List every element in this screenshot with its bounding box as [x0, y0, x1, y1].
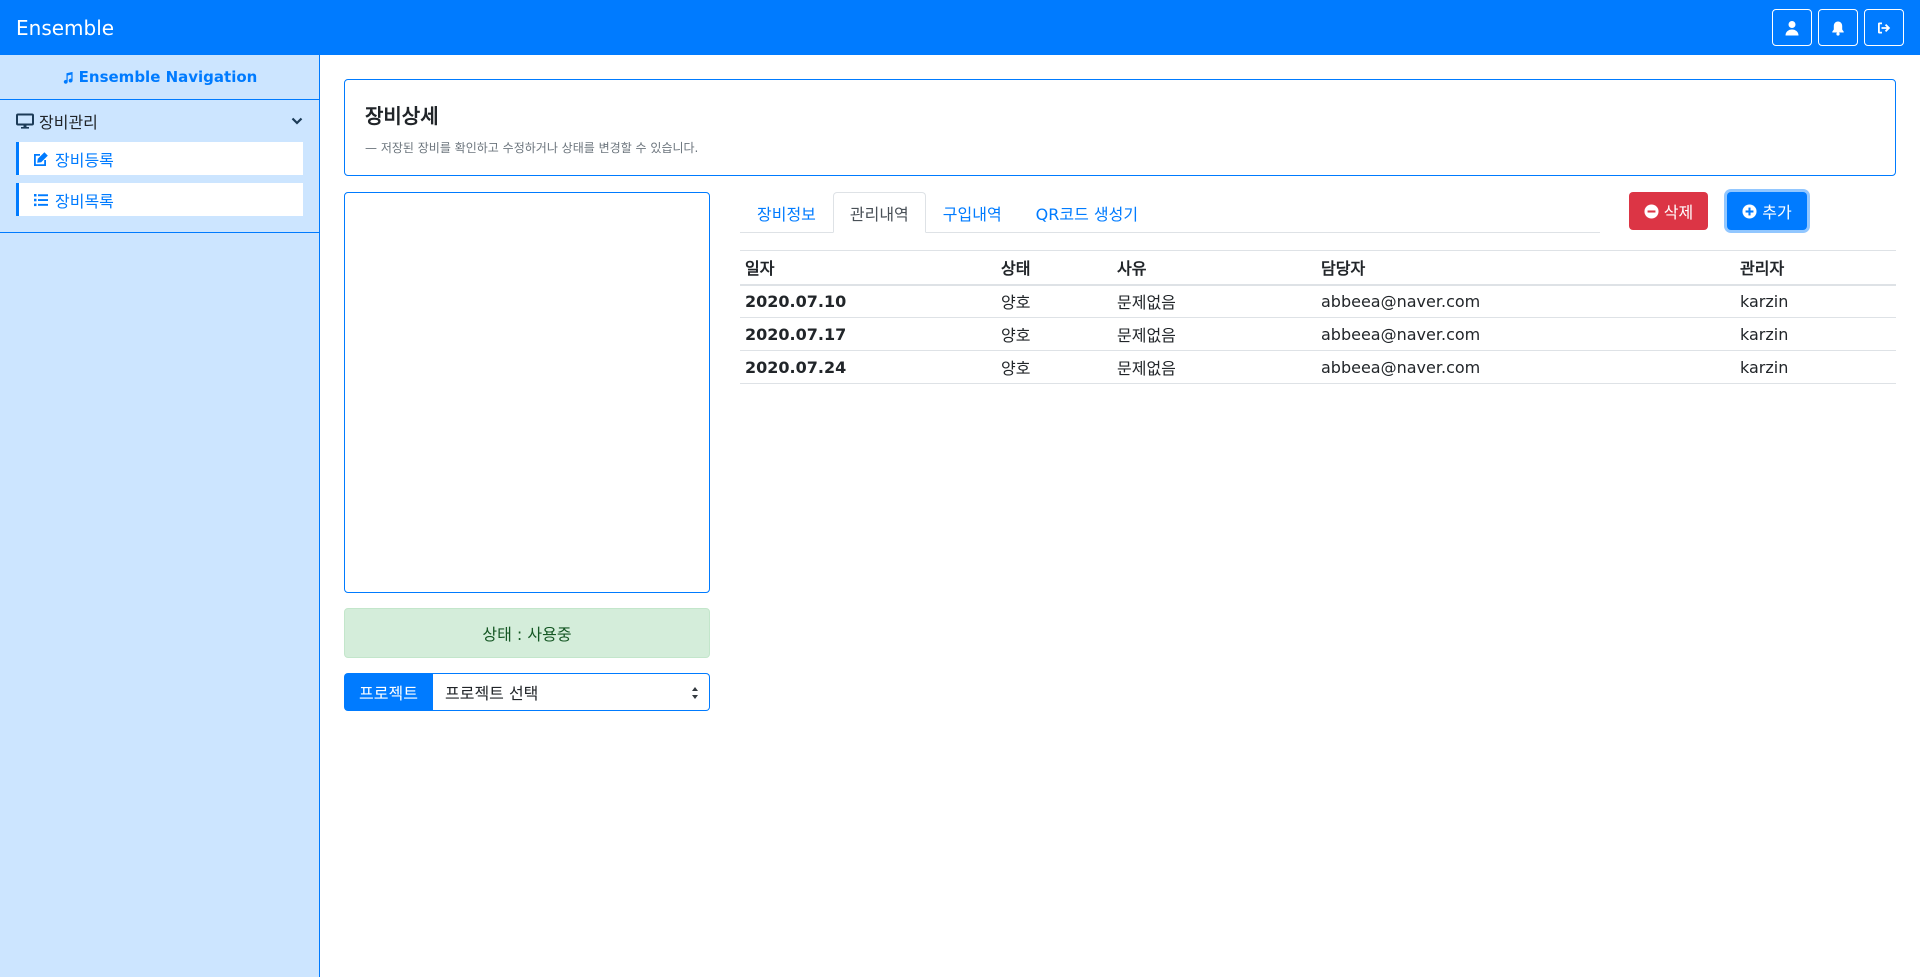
sidebar-header: Ensemble Navigation — [0, 55, 319, 100]
sidebar-group-toggle[interactable]: 장비관리 — [0, 100, 319, 142]
list-icon — [34, 193, 48, 206]
table-row[interactable]: 2020.07.10 양호 문제없음 abbeea@naver.com karz… — [740, 284, 1896, 318]
column-header-manager: 관리자 — [1735, 250, 1896, 286]
sidebar-item-label: 장비등록 — [55, 150, 114, 170]
cell-reason: 문제없음 — [1112, 350, 1316, 384]
desktop-icon — [16, 113, 34, 129]
cell-date: 2020.07.24 — [740, 350, 996, 384]
tab-qr-generator[interactable]: QR코드 생성기 — [1019, 192, 1155, 233]
table-header-row: 일자 상태 사유 담당자 관리자 — [740, 250, 1896, 286]
tab-purchase-history[interactable]: 구입내역 — [926, 192, 1019, 233]
management-history-table: 일자 상태 사유 담당자 관리자 2020.07.10 양호 문제없음 abbe… — [740, 250, 1896, 384]
sidebar-header-label: Ensemble Navigation — [78, 68, 258, 86]
project-select[interactable]: 프로젝트 선택 — [433, 673, 710, 711]
edit-icon — [34, 151, 48, 166]
plus-circle-icon — [1742, 203, 1757, 219]
cell-status: 양호 — [996, 350, 1112, 384]
chevron-down-icon — [291, 117, 303, 125]
user-icon — [1785, 20, 1799, 35]
sign-out-icon — [1878, 22, 1891, 33]
sidebar-item-register[interactable]: 장비등록 — [16, 142, 303, 175]
page-header-card: 장비상세 — 저장된 장비를 확인하고 수정하거나 상태를 변경할 수 있습니다… — [344, 79, 1896, 176]
delete-button[interactable]: 삭제 — [1629, 192, 1708, 230]
equipment-image-box — [344, 192, 710, 593]
column-header-reason: 사유 — [1112, 250, 1316, 286]
cell-reason: 문제없음 — [1112, 317, 1316, 351]
brand-title[interactable]: Ensemble — [16, 16, 114, 40]
cell-status: 양호 — [996, 284, 1112, 318]
cell-assignee: abbeea@naver.com — [1316, 317, 1735, 351]
column-header-assignee: 담당자 — [1316, 250, 1735, 286]
notifications-button[interactable] — [1818, 9, 1858, 46]
top-navbar: Ensemble — [0, 0, 1920, 55]
sidebar-item-list[interactable]: 장비목록 — [16, 183, 303, 216]
project-select-value: 프로젝트 선택 — [445, 684, 539, 703]
cell-manager: karzin — [1735, 317, 1896, 351]
select-arrows-icon — [692, 687, 698, 699]
tab-equipment-info[interactable]: 장비정보 — [740, 192, 833, 233]
cell-status: 양호 — [996, 317, 1112, 351]
project-input-group: 프로젝트 프로젝트 선택 — [344, 673, 710, 711]
cell-reason: 문제없음 — [1112, 284, 1316, 318]
minus-circle-icon — [1644, 203, 1659, 219]
cell-date: 2020.07.10 — [740, 284, 996, 318]
column-header-status: 상태 — [996, 250, 1112, 286]
page-title: 장비상세 — [365, 104, 439, 128]
add-button[interactable]: 추가 — [1727, 192, 1807, 230]
table-row[interactable]: 2020.07.17 양호 문제없음 abbeea@naver.com karz… — [740, 317, 1896, 351]
profile-button[interactable] — [1772, 9, 1812, 46]
delete-button-label: 삭제 — [1663, 203, 1694, 222]
status-alert: 상태 : 사용중 — [344, 608, 710, 658]
sidebar-item-label: 장비목록 — [55, 191, 114, 211]
add-button-label: 추가 — [1762, 203, 1792, 222]
sidebar-group-label: 장비관리 — [39, 113, 98, 132]
navbar-buttons — [1772, 9, 1904, 46]
bell-icon — [1832, 21, 1844, 36]
page-description: — 저장된 장비를 확인하고 수정하거나 상태를 변경할 수 있습니다. — [365, 141, 699, 155]
cell-assignee: abbeea@naver.com — [1316, 284, 1735, 318]
sidebar-group-equipment: 장비관리 장비등록 장비목록 — [0, 100, 319, 233]
tab-management-history[interactable]: 관리내역 — [832, 192, 926, 233]
column-header-date: 일자 — [740, 250, 996, 286]
cell-date: 2020.07.17 — [740, 317, 996, 351]
cell-assignee: abbeea@naver.com — [1316, 350, 1735, 384]
sidebar: Ensemble Navigation 장비관리 장비등록 장비목록 — [0, 55, 320, 977]
cell-manager: karzin — [1735, 284, 1896, 318]
table-row[interactable]: 2020.07.24 양호 문제없음 abbeea@naver.com karz… — [740, 350, 1896, 384]
detail-tabs: 장비정보 관리내역 구입내역 QR코드 생성기 — [740, 192, 1600, 233]
cell-manager: karzin — [1735, 350, 1896, 384]
music-note-icon — [63, 71, 73, 84]
logout-button[interactable] — [1864, 9, 1904, 46]
project-label: 프로젝트 — [344, 673, 433, 711]
